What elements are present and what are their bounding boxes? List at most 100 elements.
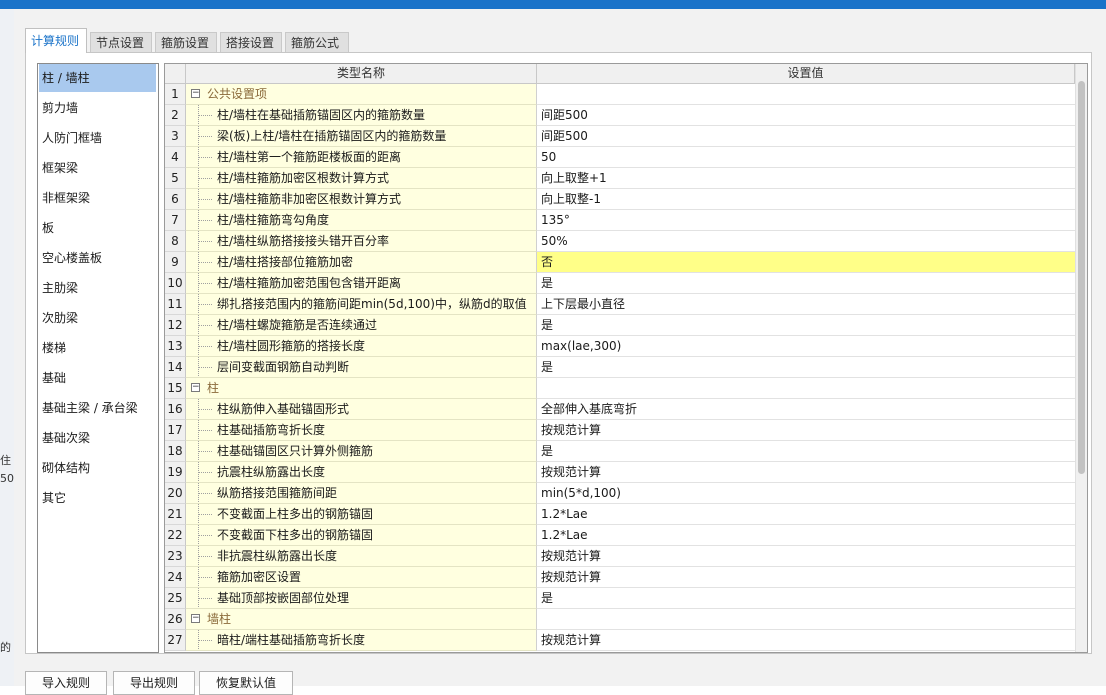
table-row[interactable]: 2 柱/墙柱在基础插筋锚固区内的箍筋数量 间距500 <box>165 105 1075 126</box>
group-row[interactable]: 1− 公共设置项 <box>165 84 1075 105</box>
type-name-cell: 基础顶部按嵌固部位处理 <box>186 588 537 609</box>
setting-value-cell[interactable]: 否 <box>537 252 1075 273</box>
setting-value-cell[interactable]: 135° <box>537 210 1075 231</box>
category-item[interactable]: 楼梯 <box>39 334 156 362</box>
table-row[interactable]: 25 基础顶部按嵌固部位处理 是 <box>165 588 1075 609</box>
row-number: 8 <box>165 231 186 252</box>
grid-header: 类型名称 设置值 <box>165 64 1087 84</box>
category-item[interactable]: 基础主梁 / 承台梁 <box>39 394 156 422</box>
setting-value-cell[interactable]: 间距500 <box>537 126 1075 147</box>
group-row[interactable]: 26− 墙柱 <box>165 609 1075 630</box>
category-item[interactable]: 板 <box>39 214 156 242</box>
setting-value-cell[interactable]: 按规范计算 <box>537 630 1075 651</box>
table-row[interactable]: 7 柱/墙柱箍筋弯勾角度 135° <box>165 210 1075 231</box>
tree-connector <box>198 525 214 545</box>
setting-value-cell <box>537 84 1075 105</box>
collapse-icon[interactable]: − <box>191 614 200 623</box>
table-row[interactable]: 20 纵筋搭接范围箍筋间距 min(5*d,100) <box>165 483 1075 504</box>
category-item[interactable]: 柱 / 墙柱 <box>39 64 156 92</box>
category-item[interactable]: 框架梁 <box>39 154 156 182</box>
setting-value-cell <box>537 378 1075 399</box>
category-item[interactable]: 人防门框墙 <box>39 124 156 152</box>
group-row[interactable]: 15− 柱 <box>165 378 1075 399</box>
category-item[interactable]: 空心楼盖板 <box>39 244 156 272</box>
type-name-label: 层间变截面钢筋自动判断 <box>217 360 350 374</box>
vertical-scrollbar[interactable] <box>1075 64 1087 652</box>
table-row[interactable]: 3 梁(板)上柱/墙柱在插筋锚固区内的箍筋数量 间距500 <box>165 126 1075 147</box>
table-row[interactable]: 12 柱/墙柱螺旋箍筋是否连续通过 是 <box>165 315 1075 336</box>
table-row[interactable]: 13 柱/墙柱圆形箍筋的搭接长度 max(lae,300) <box>165 336 1075 357</box>
table-row[interactable]: 18 柱基础锚固区只计算外侧箍筋 是 <box>165 441 1075 462</box>
row-number: 11 <box>165 294 186 315</box>
setting-value-cell[interactable]: min(5*d,100) <box>537 483 1075 504</box>
category-item[interactable]: 基础 <box>39 364 156 392</box>
row-number: 4 <box>165 147 186 168</box>
row-number: 23 <box>165 546 186 567</box>
table-row[interactable]: 24 箍筋加密区设置 按规范计算 <box>165 567 1075 588</box>
table-row[interactable]: 8 柱/墙柱纵筋搭接接头错开百分率 50% <box>165 231 1075 252</box>
table-row[interactable]: 14 层间变截面钢筋自动判断 是 <box>165 357 1075 378</box>
type-name-label: 柱基础锚固区只计算外侧箍筋 <box>217 444 374 458</box>
setting-value-cell[interactable]: 是 <box>537 357 1075 378</box>
table-row[interactable]: 6 柱/墙柱箍筋非加密区根数计算方式 向上取整-1 <box>165 189 1075 210</box>
setting-value-cell[interactable]: 是 <box>537 588 1075 609</box>
table-row[interactable]: 19 抗震柱纵筋露出长度 按规范计算 <box>165 462 1075 483</box>
setting-value-cell[interactable]: 全部伸入基底弯折 <box>537 399 1075 420</box>
setting-value-cell[interactable]: max(lae,300) <box>537 336 1075 357</box>
category-item[interactable]: 其它 <box>39 484 156 512</box>
type-name-label: 柱/墙柱箍筋加密范围包含错开距离 <box>217 276 402 290</box>
table-row[interactable]: 5 柱/墙柱箍筋加密区根数计算方式 向上取整+1 <box>165 168 1075 189</box>
setting-value-cell[interactable]: 向上取整+1 <box>537 168 1075 189</box>
table-row[interactable]: 23 非抗震柱纵筋露出长度 按规范计算 <box>165 546 1075 567</box>
table-row[interactable]: 10 柱/墙柱箍筋加密范围包含错开距离 是 <box>165 273 1075 294</box>
collapse-icon[interactable]: − <box>191 89 200 98</box>
setting-value-cell[interactable]: 是 <box>537 441 1075 462</box>
type-name-cell: 柱/墙柱螺旋箍筋是否连续通过 <box>186 315 537 336</box>
row-number: 9 <box>165 252 186 273</box>
table-row[interactable]: 17 柱基础插筋弯折长度 按规范计算 <box>165 420 1075 441</box>
header-setting-value[interactable]: 设置值 <box>537 64 1075 83</box>
table-row[interactable]: 16 柱纵筋伸入基础锚固形式 全部伸入基底弯折 <box>165 399 1075 420</box>
setting-value-cell[interactable]: 按规范计算 <box>537 567 1075 588</box>
type-name-label: 柱/墙柱第一个箍筋距楼板面的距离 <box>217 150 402 164</box>
setting-value-cell[interactable]: 是 <box>537 273 1075 294</box>
setting-value-cell[interactable]: 按规范计算 <box>537 462 1075 483</box>
category-item[interactable]: 剪力墙 <box>39 94 156 122</box>
table-row[interactable]: 9 柱/墙柱搭接部位箍筋加密 否 <box>165 252 1075 273</box>
tab-3[interactable]: 箍筋设置 <box>155 32 217 52</box>
table-row[interactable]: 22 不变截面下柱多出的钢筋锚固 1.2*Lae <box>165 525 1075 546</box>
table-row[interactable]: 21 不变截面上柱多出的钢筋锚固 1.2*Lae <box>165 504 1075 525</box>
tab-5[interactable]: 箍筋公式 <box>285 32 349 52</box>
restore-defaults-button[interactable]: 恢复默认值 <box>199 671 294 695</box>
setting-value-cell[interactable]: 1.2*Lae <box>537 525 1075 546</box>
table-row[interactable]: 27 暗柱/端柱基础插筋弯折长度 按规范计算 <box>165 630 1075 651</box>
category-item[interactable]: 基础次梁 <box>39 424 156 452</box>
row-number: 20 <box>165 483 186 504</box>
tab-1[interactable]: 计算规则 <box>25 28 87 53</box>
table-row[interactable]: 4 柱/墙柱第一个箍筋距楼板面的距离 50 <box>165 147 1075 168</box>
setting-value-cell[interactable]: 按规范计算 <box>537 420 1075 441</box>
scrollbar-thumb[interactable] <box>1078 81 1085 474</box>
setting-value-cell[interactable]: 50 <box>537 147 1075 168</box>
setting-value-cell[interactable]: 按规范计算 <box>537 546 1075 567</box>
collapse-icon[interactable]: − <box>191 383 200 392</box>
import-rules-button[interactable]: 导入规则 <box>25 671 108 695</box>
header-type-name[interactable]: 类型名称 <box>186 64 537 83</box>
category-item[interactable]: 非框架梁 <box>39 184 156 212</box>
type-name-cell: 柱纵筋伸入基础锚固形式 <box>186 399 537 420</box>
setting-value-cell[interactable]: 50% <box>537 231 1075 252</box>
setting-value-cell[interactable]: 向上取整-1 <box>537 189 1075 210</box>
category-item[interactable]: 主肋梁 <box>39 274 156 302</box>
setting-value-cell[interactable]: 间距500 <box>537 105 1075 126</box>
setting-value-cell[interactable]: 是 <box>537 315 1075 336</box>
tab-2[interactable]: 节点设置 <box>90 32 152 52</box>
export-rules-button[interactable]: 导出规则 <box>113 671 196 695</box>
category-item[interactable]: 次肋梁 <box>39 304 156 332</box>
table-row[interactable]: 11 绑扎搭接范围内的箍筋间距min(5d,100)中，纵筋d的取值 上下层最小直径 <box>165 294 1075 315</box>
setting-value-cell[interactable]: 1.2*Lae <box>537 504 1075 525</box>
row-number: 3 <box>165 126 186 147</box>
tab-4[interactable]: 搭接设置 <box>220 32 282 52</box>
category-item[interactable]: 砌体结构 <box>39 454 156 482</box>
setting-value-cell[interactable]: 上下层最小直径 <box>537 294 1075 315</box>
tree-connector <box>198 462 214 482</box>
